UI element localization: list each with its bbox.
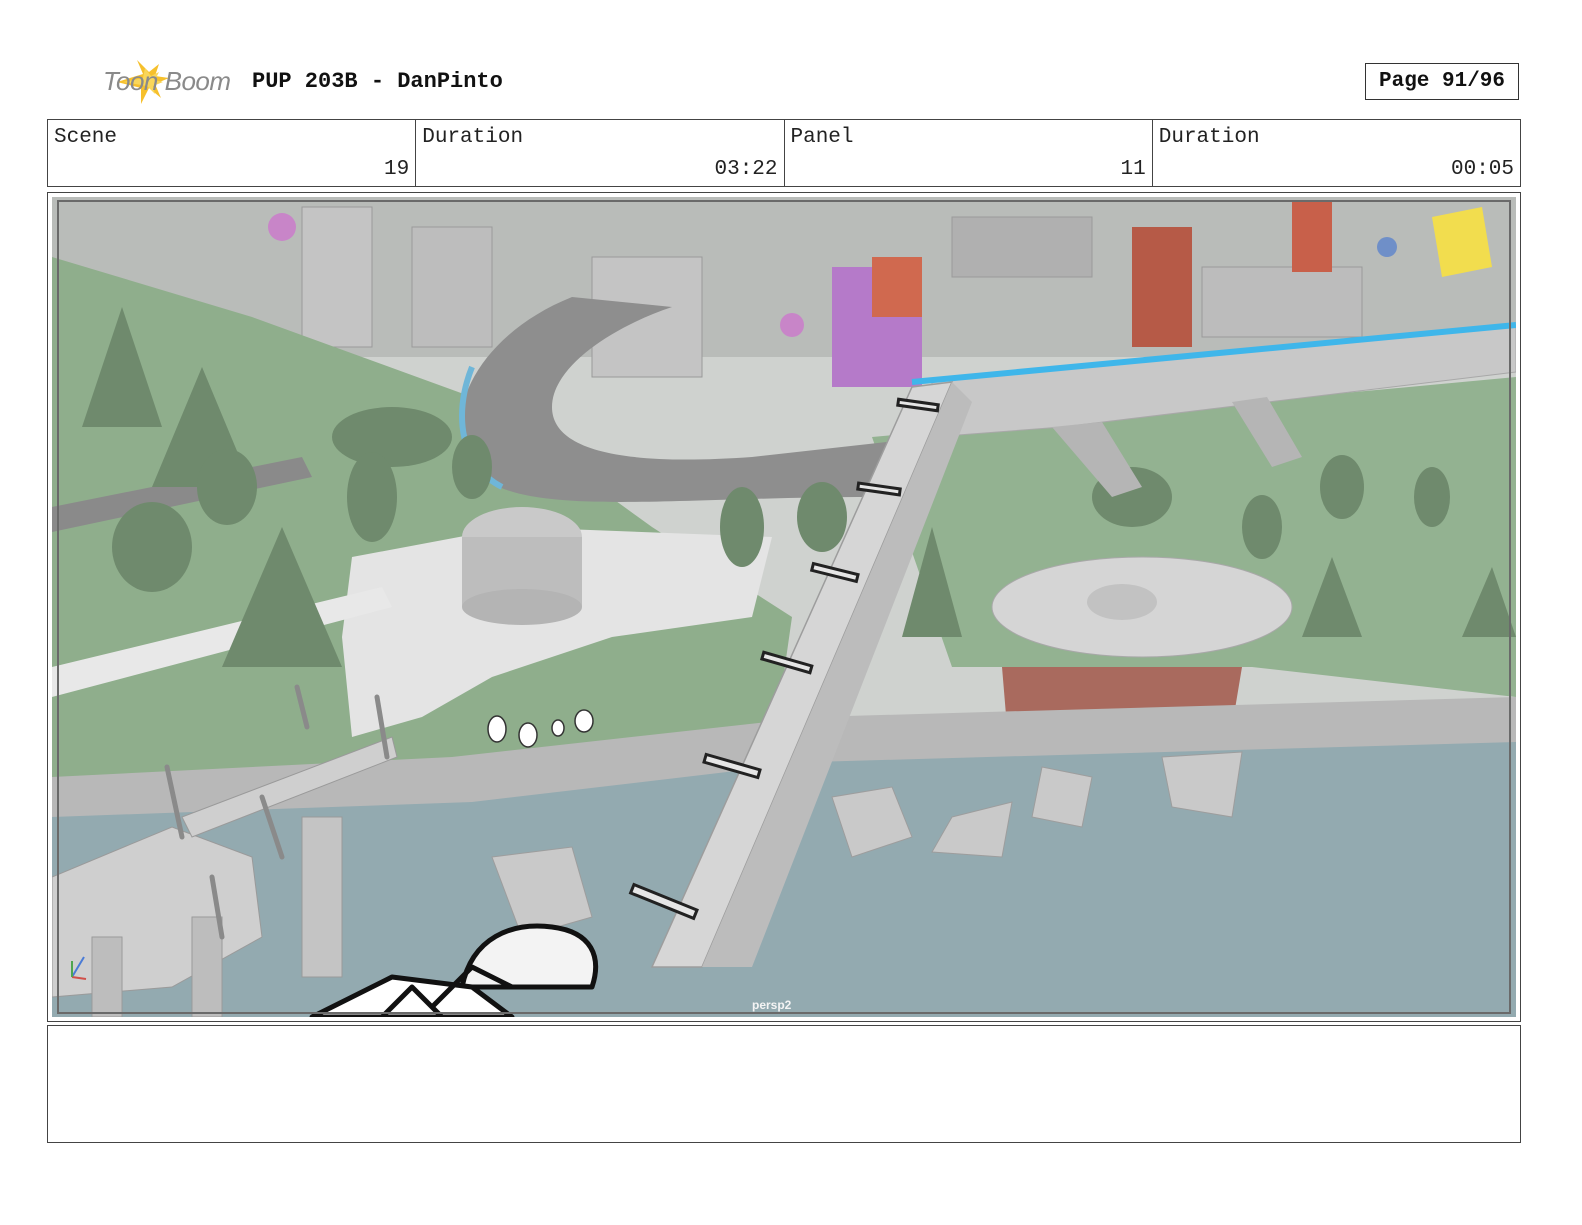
panel-notes [47,1025,1521,1143]
panel-cell: Panel 11 [785,120,1153,186]
scene-duration-cell: Duration 03:22 [416,120,785,186]
logo-wordmark: Toon Boom [103,66,231,96]
panel-value: 11 [1120,158,1146,181]
panel-duration-cell: Duration 00:05 [1153,120,1520,186]
document-title: PUP 203B - DanPinto [252,69,503,94]
scene-label: Scene [54,126,118,149]
panel-artwork: persp2 [52,197,1516,1017]
scene-duration-value: 03:22 [714,158,778,181]
camera-label: persp2 [752,998,792,1012]
page-number: Page 91/96 [1365,63,1519,100]
round-building [462,507,582,625]
scene-cell: Scene 19 [48,120,417,186]
panel-duration-value: 00:05 [1450,158,1514,181]
panel-label: Panel [790,126,854,149]
scene-duration-label: Duration [422,126,524,149]
panel-info-bar: Scene 19 Duration 03:22 Panel 11 Duratio… [47,119,1521,187]
storyboard-panel: persp2 [47,192,1521,1022]
scene-value: 19 [384,158,410,181]
panel-duration-label: Duration [1158,126,1260,149]
